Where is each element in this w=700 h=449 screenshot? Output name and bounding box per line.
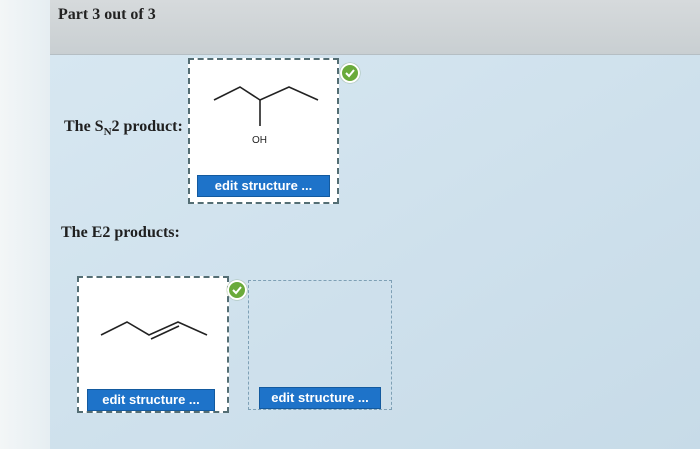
part-label: Part 3 out of 3 [58, 6, 156, 23]
sn2-prompt-subscript: N [103, 126, 112, 139]
e2-product2-box[interactable]: edit structure ... [248, 280, 392, 410]
sn2-product-box[interactable]: OH edit structure ... [188, 58, 339, 204]
carbon-chain-bonds [213, 86, 319, 101]
left-margin [0, 0, 50, 449]
alkene-chain-bonds [100, 321, 208, 336]
sn2-prompt-prefix: The S [64, 118, 104, 135]
oh-label: OH [252, 135, 267, 146]
sn2-prompt: The SN2 product: [64, 118, 183, 138]
e2-product1-edit-structure-button[interactable]: edit structure ... [87, 389, 215, 411]
e2-product1-check-icon [227, 280, 247, 300]
sn2-edit-structure-button[interactable]: edit structure ... [197, 175, 330, 197]
sn2-prompt-suffix: 2 product: [111, 118, 183, 135]
e2-prompt: The E2 products: [61, 224, 180, 241]
e2-product2-edit-structure-button[interactable]: edit structure ... [259, 387, 381, 409]
sn2-check-icon [340, 63, 360, 83]
e2-product1-box[interactable]: edit structure ... [77, 276, 229, 413]
